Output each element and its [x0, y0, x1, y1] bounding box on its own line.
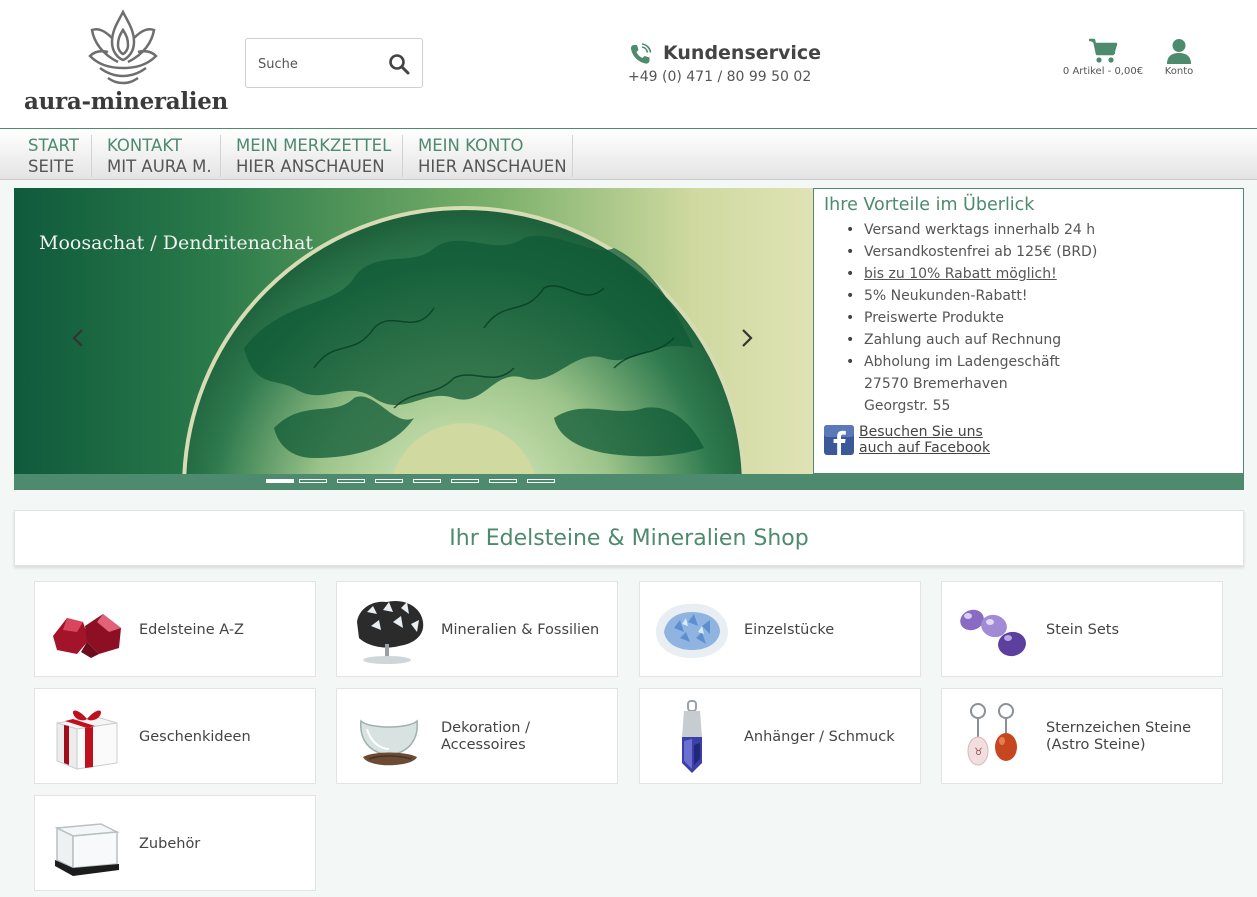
category-tile-edelsteine[interactable]: Edelsteine A-Z: [34, 581, 316, 677]
nav-item-line1: START: [28, 136, 79, 155]
benefit-item: Preiswerte Produkte: [846, 307, 1097, 329]
nav-item-line2: HIER ANSCHAUEN: [236, 157, 385, 176]
cart-summary: 0 Artikel - 0,00€: [1062, 66, 1144, 77]
glass-bowl-icon: [360, 719, 418, 766]
slide-caption: Moosachat / Dendritenachat: [39, 232, 314, 254]
facebook-line1: Besuchen Sie uns: [859, 424, 983, 440]
slider-dot[interactable]: [413, 479, 441, 483]
nav-item-line1: MEIN KONTO: [418, 136, 524, 155]
service-phone[interactable]: +49 (0) 471 / 80 99 50 02: [628, 69, 811, 85]
crystal-pendant-icon: [682, 700, 702, 773]
facebook-line2: auch auf Facebook: [859, 440, 991, 456]
benefits-panel: Ihre Vorteile im Überlick Versand werkta…: [813, 188, 1244, 474]
nav-item-line2: HIER ANSCHAUEN: [418, 157, 567, 176]
category-tile-dekoration[interactable]: Dekoration / Accessoires: [336, 688, 618, 784]
benefit-item: Zahlung auch auf Rechnung: [846, 329, 1097, 351]
mineral-specimen-icon: [357, 600, 424, 664]
chevron-right-icon: [742, 329, 753, 347]
category-label: Mineralien & Fossilien: [441, 621, 600, 638]
category-label: Sternzeichen Steine (Astro Steine): [1046, 720, 1192, 753]
category-tile-sternzeichen[interactable]: ♉ Sternzeichen Steine (Astro Steine): [941, 688, 1223, 784]
benefit-address-line: 27570 Bremerhaven: [864, 376, 1008, 392]
search-input[interactable]: [258, 53, 378, 75]
rabatt-link[interactable]: bis zu 10% Rabatt möglich!: [864, 266, 1057, 282]
phone-icon: [630, 43, 652, 64]
category-label: Geschenkideen: [139, 728, 251, 745]
nav-item-line2: MIT AURA M.: [107, 157, 212, 176]
category-tile-schmuck[interactable]: Anhänger / Schmuck: [639, 688, 921, 784]
site-header: aura-mineralien Kundenservice +49 (0) 47…: [0, 0, 1257, 128]
benefit-item: Versandkostenfrei ab 125€ (BRD): [846, 241, 1097, 263]
category-label: Dekoration / Accessoires: [441, 720, 530, 753]
nav-item-merkzettel[interactable]: MEIN MERKZETTEL HIER ANSCHAUEN: [236, 135, 403, 177]
category-tile-geschenkideen[interactable]: Geschenkideen: [34, 688, 316, 784]
svg-text:♉: ♉: [974, 747, 983, 758]
category-tile-zubehoer[interactable]: Zubehör: [34, 795, 316, 891]
category-tile-mineralien[interactable]: Mineralien & Fossilien: [336, 581, 618, 677]
amethyst-stones-icon: [960, 609, 1026, 657]
benefit-item: Abholung im Ladengeschäft: [846, 351, 1097, 373]
slider-indicator-bar: [14, 474, 1244, 490]
slider-dot[interactable]: [299, 479, 327, 483]
slider-dot[interactable]: [451, 479, 479, 483]
slider-dot[interactable]: [527, 479, 555, 483]
zodiac-keychain-icon: ♉: [967, 703, 1017, 766]
category-label: Edelsteine A-Z: [139, 621, 244, 638]
cart-button[interactable]: 0 Artikel - 0,00€: [1060, 38, 1146, 84]
category-tile-einzelstuecke[interactable]: Einzelstücke: [639, 581, 921, 677]
slider-prev-button[interactable]: [68, 324, 88, 352]
display-case-icon: [54, 823, 120, 876]
facebook-link-text[interactable]: Besuchen Sie uns auch auf Facebook: [859, 424, 990, 456]
category-tile-stein-sets[interactable]: Stein Sets: [941, 581, 1223, 677]
category-label: Einzelstücke: [744, 621, 835, 638]
facebook-icon: [824, 425, 854, 455]
slider-dot[interactable]: [375, 479, 403, 483]
account-label: Konto: [1164, 66, 1194, 77]
slider-dot[interactable]: [266, 479, 294, 483]
nav-item-start[interactable]: START SEITE: [28, 135, 92, 177]
nav-item-konto[interactable]: MEIN KONTO HIER ANSCHAUEN: [418, 135, 573, 177]
benefit-item: 5% Neukunden-Rabatt!: [846, 285, 1097, 307]
red-gemstone-icon: [53, 614, 121, 658]
nav-item-kontakt[interactable]: KONTAKT MIT AURA M.: [107, 135, 221, 177]
main-navigation: START SEITE KONTAKT MIT AURA M. MEIN MER…: [0, 128, 1257, 180]
moss-agate-image: [182, 206, 746, 474]
site-logo[interactable]: aura-mineralien: [24, 8, 228, 116]
shop-title: Ihr Edelsteine & Mineralien Shop: [449, 526, 809, 551]
chevron-left-icon: [72, 329, 83, 347]
slider-next-button[interactable]: [737, 324, 757, 352]
nav-item-line2: SEITE: [28, 157, 75, 176]
lotus-logo-icon: [88, 9, 158, 85]
search-icon: [389, 54, 410, 75]
slider-dot[interactable]: [337, 479, 365, 483]
category-label: Stein Sets: [1046, 621, 1120, 638]
user-icon: [1167, 39, 1191, 64]
logo-text: aura-mineralien: [24, 88, 228, 115]
nav-item-line1: KONTAKT: [107, 136, 182, 155]
gift-box-icon: [56, 710, 118, 770]
service-title: Kundenservice: [663, 42, 822, 64]
search-button[interactable]: [388, 53, 410, 75]
benefit-address-line: Georgstr. 55: [864, 398, 951, 414]
category-label: Zubehör: [139, 835, 201, 852]
search-box: [245, 38, 423, 88]
slider-dot[interactable]: [489, 479, 517, 483]
cart-icon: [1089, 38, 1118, 63]
hero-slider[interactable]: Moosachat / Dendritenachat: [14, 188, 813, 474]
account-button[interactable]: Konto: [1160, 38, 1198, 84]
blue-geode-icon: [656, 603, 728, 658]
nav-item-line1: MEIN MERKZETTEL: [236, 136, 392, 155]
shop-title-box: Ihr Edelsteine & Mineralien Shop: [14, 510, 1244, 566]
benefit-item[interactable]: bis zu 10% Rabatt möglich!: [846, 263, 1097, 285]
benefit-item: Versand werktags innerhalb 24 h: [846, 219, 1097, 241]
benefits-list: Versand werktags innerhalb 24 h Versandk…: [846, 219, 1097, 417]
category-label: Anhänger / Schmuck: [744, 728, 895, 745]
benefits-title: Ihre Vorteile im Überlick: [824, 195, 1035, 215]
